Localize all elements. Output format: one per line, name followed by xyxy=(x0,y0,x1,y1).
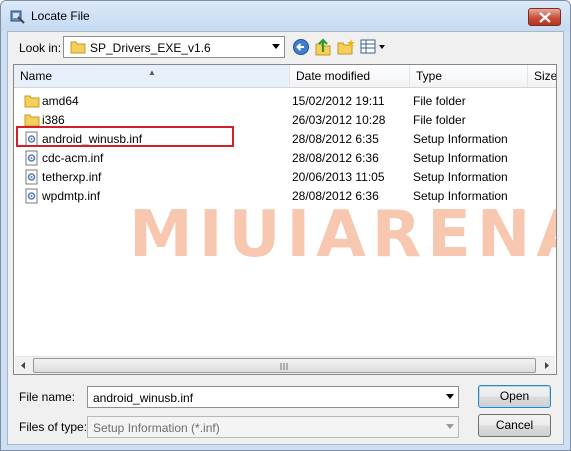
file-list[interactable]: Name ▲ Date modified Type Size amd64 15/… xyxy=(13,64,557,375)
scrollbar-thumb[interactable] xyxy=(33,358,536,373)
file-type: Setup Information xyxy=(413,132,508,146)
title-bar[interactable]: Locate File xyxy=(1,1,570,31)
folder-icon xyxy=(70,41,86,54)
file-name-input[interactable]: android_winusb.inf xyxy=(87,386,459,408)
column-type-label: Type xyxy=(416,69,443,83)
view-menu-icon[interactable] xyxy=(359,38,387,56)
chevron-down-icon xyxy=(446,424,454,429)
file-date: 26/03/2012 10:28 xyxy=(292,113,386,127)
look-in-dropdown[interactable]: SP_Drivers_EXE_v1.6 xyxy=(63,36,285,58)
files-of-type-label: Files of type: xyxy=(19,420,88,434)
file-name: cdc-acm.inf xyxy=(42,151,104,165)
list-item-tetherxp[interactable]: tetherxp.inf 20/06/2013 11:05 Setup Info… xyxy=(14,167,556,186)
file-date: 15/02/2012 19:11 xyxy=(292,94,385,108)
file-type: File folder xyxy=(413,94,466,108)
file-name-label: File name: xyxy=(19,390,76,404)
new-folder-icon[interactable] xyxy=(336,38,356,56)
close-button[interactable] xyxy=(528,8,561,26)
file-name-value: android_winusb.inf xyxy=(93,391,194,405)
locate-file-dialog: Locate File Look in: SP_Drivers_EXE_v1.6 xyxy=(0,0,571,451)
column-date-label: Date modified xyxy=(296,69,371,83)
column-size-label: Size xyxy=(534,69,557,83)
look-in-label: Look in: xyxy=(19,41,62,55)
column-date-modified[interactable]: Date modified xyxy=(290,65,410,87)
cancel-button[interactable]: Cancel xyxy=(478,414,551,437)
look-in-value: SP_Drivers_EXE_v1.6 xyxy=(90,41,211,55)
up-folder-icon[interactable] xyxy=(313,38,333,56)
chevron-down-icon xyxy=(272,44,280,49)
file-name: wpdmtp.inf xyxy=(42,189,101,203)
sort-ascending-icon: ▲ xyxy=(148,68,156,77)
file-date: 28/08/2012 6:36 xyxy=(292,151,379,165)
file-date: 28/08/2012 6:35 xyxy=(292,132,379,146)
column-name-label: Name xyxy=(20,69,53,83)
scroll-right-icon[interactable] xyxy=(538,357,555,374)
column-header: Name ▲ Date modified Type Size xyxy=(14,65,556,88)
setup-file-icon xyxy=(25,188,38,204)
file-type: Setup Information xyxy=(413,170,508,184)
close-icon xyxy=(539,12,551,23)
setup-file-icon xyxy=(25,150,38,166)
chevron-down-icon[interactable] xyxy=(446,394,454,399)
watermark-logo: MIUIARENA xyxy=(129,198,557,272)
horizontal-scrollbar[interactable] xyxy=(15,356,555,374)
list-item-cdc-acm[interactable]: cdc-acm.inf 28/08/2012 6:36 Setup Inform… xyxy=(14,148,556,167)
files-of-type-value: Setup Information (*.inf) xyxy=(93,421,220,435)
back-icon[interactable] xyxy=(291,38,311,56)
scroll-left-icon[interactable] xyxy=(15,357,32,374)
highlight-box xyxy=(16,126,234,147)
setup-file-icon xyxy=(25,169,38,185)
column-name[interactable]: Name ▲ xyxy=(14,65,290,87)
grip-icon xyxy=(280,363,288,370)
folder-icon xyxy=(24,95,40,108)
column-type[interactable]: Type xyxy=(410,65,528,87)
file-date: 20/06/2013 11:05 xyxy=(292,170,385,184)
list-item-amd64[interactable]: amd64 15/02/2012 19:11 File folder xyxy=(14,91,556,110)
file-type: File folder xyxy=(413,113,466,127)
column-size[interactable]: Size xyxy=(528,65,557,87)
app-icon xyxy=(10,10,25,24)
file-type: Setup Information xyxy=(413,151,508,165)
open-button[interactable]: Open xyxy=(478,385,551,408)
files-of-type-dropdown[interactable]: Setup Information (*.inf) xyxy=(87,416,459,438)
file-name: amd64 xyxy=(42,94,79,108)
window-title: Locate File xyxy=(31,9,90,23)
file-name: tetherxp.inf xyxy=(42,170,102,184)
file-name: i386 xyxy=(42,113,65,127)
